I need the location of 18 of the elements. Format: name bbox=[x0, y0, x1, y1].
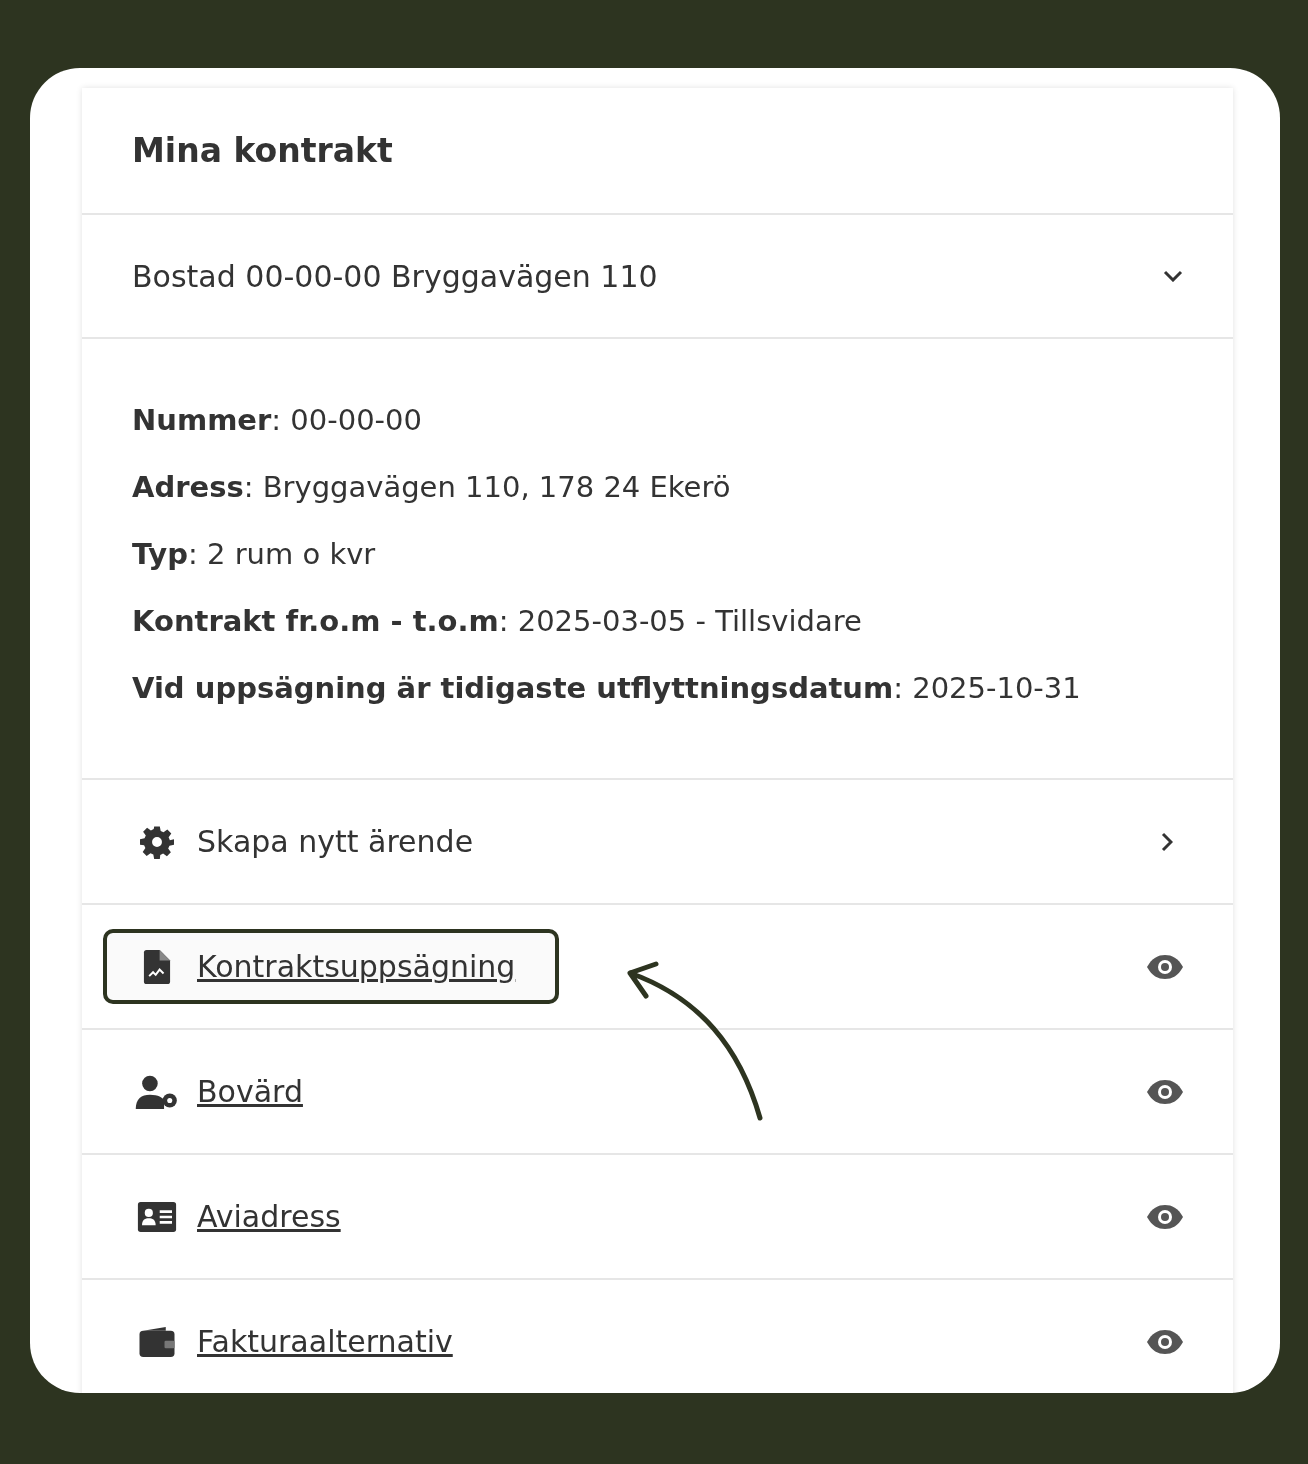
eye-icon[interactable] bbox=[1147, 1204, 1183, 1229]
link[interactable]: Aviadress bbox=[197, 1199, 341, 1234]
eye-icon[interactable] bbox=[1147, 1329, 1183, 1354]
detail-line: Vid uppsägning är tidigaste utflyttningsdatum: 2025-10-31 bbox=[132, 670, 1082, 707]
chevron-icon bbox=[1163, 270, 1183, 282]
detail-line: Adress: Bryggavägen 110, 178 24 Ekerö bbox=[132, 469, 732, 506]
card-title: Mina kontrakt bbox=[132, 131, 393, 170]
link[interactable]: Fakturaalternativ bbox=[197, 1324, 453, 1359]
contract-dropdown[interactable]: Bostad 00-00-00 Bryggavägen 110 bbox=[82, 215, 1233, 339]
detail-line: Kontrakt fr.o.m - t.o.m: 2025-03-05 - Tillsvidare bbox=[132, 603, 863, 640]
link[interactable]: Kontraktsuppsägning bbox=[197, 949, 516, 984]
detail-line: Nummer: 00-00-00 bbox=[132, 402, 423, 439]
chevron-right-icon bbox=[1161, 831, 1173, 852]
link[interactable]: Bovärd bbox=[197, 1074, 303, 1109]
eye-icon[interactable] bbox=[1147, 1079, 1183, 1104]
detail-line: Typ: 2 rum o kvr bbox=[132, 536, 377, 573]
eye-icon[interactable] bbox=[1147, 954, 1183, 979]
menu-item-label[interactable]: Skapa nytt ärende bbox=[197, 824, 474, 859]
